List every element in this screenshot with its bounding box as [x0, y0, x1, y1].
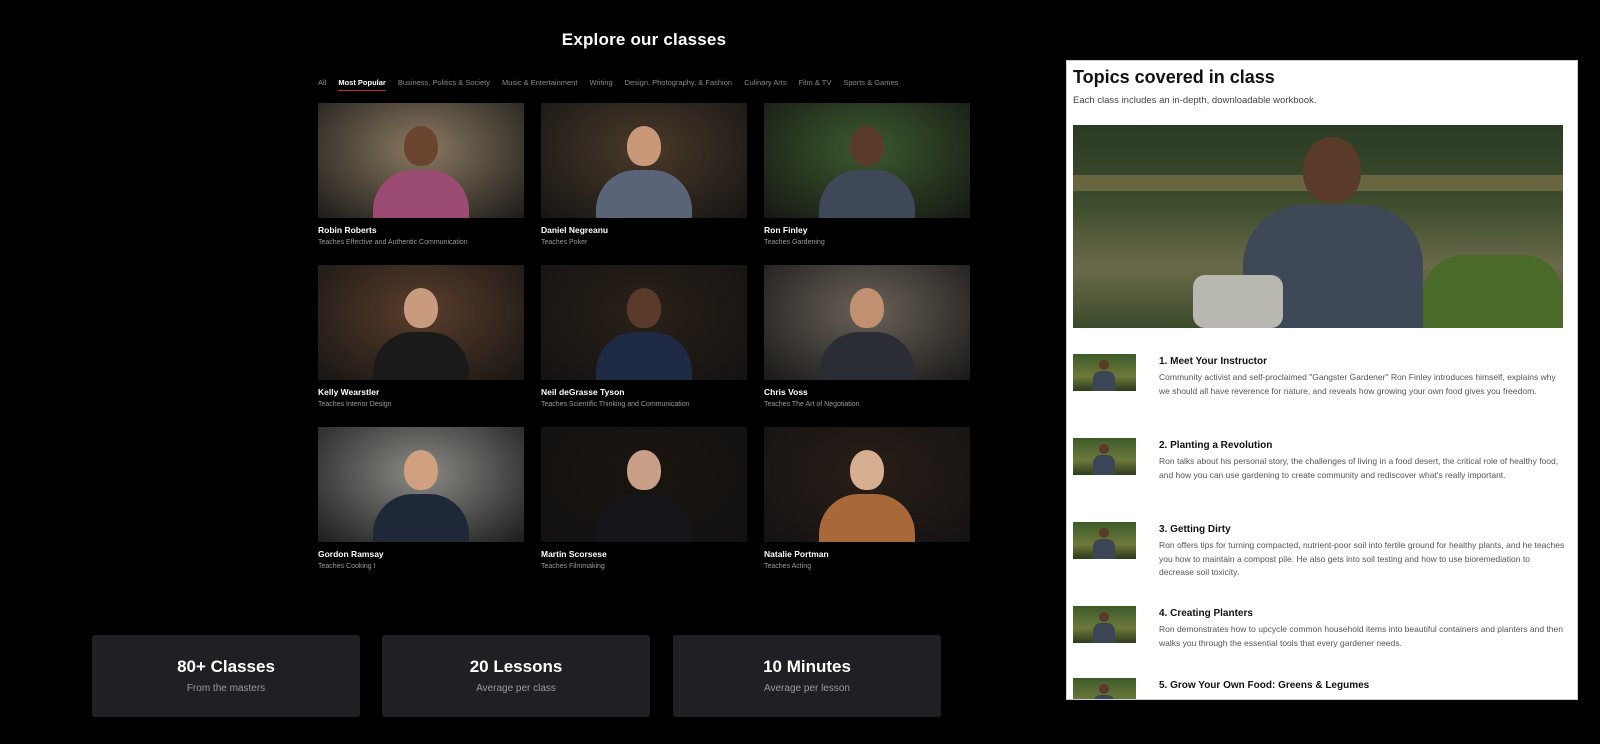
instructor-name: Martin Scorsese [541, 549, 607, 559]
class-card[interactable]: Martin Scorsese Teaches Filmmaking [541, 427, 747, 589]
class-thumbnail [318, 265, 524, 380]
class-thumbnail [541, 265, 747, 380]
panel-subtitle: Each class includes an in-depth, downloa… [1073, 95, 1317, 106]
instructor-portrait [596, 126, 692, 218]
tab-design-photography-fashion[interactable]: Design, Photography, & Fashion [625, 78, 732, 91]
lesson-title: 4. Creating Planters [1159, 608, 1253, 619]
tab-business-politics-society[interactable]: Business, Politics & Society [398, 78, 490, 91]
class-subtitle: Teaches The Art of Negotiation [764, 401, 860, 408]
tab-music-entertainment[interactable]: Music & Entertainment [502, 78, 577, 91]
class-thumbnail [764, 103, 970, 218]
lesson-title: 2. Planting a Revolution [1159, 440, 1273, 451]
class-subtitle: Teaches Poker [541, 239, 588, 246]
class-thumbnail [318, 103, 524, 218]
class-subtitle: Teaches Cooking I [318, 563, 376, 570]
instructor-portrait [596, 288, 692, 380]
class-card[interactable]: Ron Finley Teaches Gardening [764, 103, 970, 265]
stat-value: 10 Minutes [763, 657, 851, 676]
stat-card-minutes: 10 Minutes Average per lesson [673, 635, 941, 717]
class-subtitle: Teaches Filmmaking [541, 563, 605, 570]
instructor-name: Kelly Wearstler [318, 387, 380, 397]
instructor-name: Neil deGrasse Tyson [541, 387, 625, 397]
lesson-description: Community activist and self-proclaimed "… [1159, 372, 1556, 396]
lesson-thumbnail [1073, 522, 1136, 559]
instructor-name: Natalie Portman [764, 549, 829, 559]
class-card[interactable]: Natalie Portman Teaches Acting [764, 427, 970, 589]
class-thumbnail [764, 427, 970, 542]
instructor-portrait [596, 450, 692, 542]
tab-writing[interactable]: Writing [589, 78, 612, 91]
category-tabs: All Most Popular Business, Politics & So… [318, 78, 898, 91]
class-subtitle: Teaches Interior Design [318, 401, 392, 408]
lesson-title: 3. Getting Dirty [1159, 524, 1231, 535]
class-thumbnail [318, 427, 524, 542]
class-subtitle: Teaches Acting [764, 563, 812, 570]
instructor-name: Gordon Ramsay [318, 549, 384, 559]
instructor-portrait [373, 126, 469, 218]
topics-panel[interactable]: Topics covered in class Each class inclu… [1066, 60, 1578, 700]
hero-image [1073, 125, 1563, 328]
lesson-description: Ron talks about his personal story, the … [1159, 456, 1559, 480]
lesson-thumbnail [1073, 354, 1136, 391]
instructor-name: Daniel Negreanu [541, 225, 609, 235]
lesson-title: 5. Grow Your Own Food: Greens & Legumes [1159, 680, 1370, 691]
class-thumbnail [541, 103, 747, 218]
class-subtitle: Teaches Effective and Authentic Communic… [318, 239, 468, 246]
stat-label: Average per class [476, 683, 556, 694]
lesson-description: Ron demonstrates how to upcycle common h… [1159, 624, 1563, 648]
class-grid: Robin Roberts Teaches Effective and Authe… [318, 103, 970, 589]
class-card[interactable]: Robin Roberts Teaches Effective and Authe… [318, 103, 524, 265]
stat-card-classes: 80+ Classes From the masters [92, 635, 360, 717]
stat-card-lessons: 20 Lessons Average per class [382, 635, 650, 717]
lesson-thumbnail [1073, 606, 1136, 643]
class-thumbnail [541, 427, 747, 542]
instructor-portrait [819, 126, 915, 218]
class-card[interactable]: Gordon Ramsay Teaches Cooking I [318, 427, 524, 589]
class-card[interactable]: Daniel Negreanu Teaches Poker [541, 103, 747, 265]
page-title: Explore our classes [561, 30, 727, 49]
instructor-portrait [819, 450, 915, 542]
tab-most-popular[interactable]: Most Popular [338, 78, 386, 91]
instructor-portrait [373, 288, 469, 380]
class-subtitle: Teaches Gardening [764, 239, 825, 246]
tab-culinary-arts[interactable]: Culinary Arts [744, 78, 787, 91]
stat-label: Average per lesson [764, 683, 850, 694]
instructor-portrait [373, 450, 469, 542]
class-card[interactable]: Chris Voss Teaches The Art of Negotiation [764, 265, 970, 427]
instructor-name: Chris Voss [764, 387, 808, 397]
lesson-title: 1. Meet Your Instructor [1159, 356, 1267, 367]
stat-value: 20 Lessons [469, 657, 563, 676]
instructor-portrait [819, 288, 915, 380]
panel-title: Topics covered in class [1073, 67, 1275, 87]
tab-film-tv[interactable]: Film & TV [799, 78, 832, 91]
instructor-name: Ron Finley [764, 225, 808, 235]
class-thumbnail [764, 265, 970, 380]
class-subtitle: Teaches Scientific Thinking and Communic… [541, 401, 690, 408]
tab-sports-games[interactable]: Sports & Games [843, 78, 898, 91]
lesson-thumbnail [1073, 438, 1136, 475]
instructor-name: Robin Roberts [318, 225, 377, 235]
class-card[interactable]: Kelly Wearstler Teaches Interior Design [318, 265, 524, 427]
stat-value: 80+ Classes [177, 657, 275, 676]
tab-all[interactable]: All [318, 78, 326, 91]
lesson-thumbnail [1073, 678, 1136, 699]
lesson-description: Ron offers tips for turning compacted, n… [1159, 540, 1565, 577]
stat-label: From the masters [186, 683, 266, 694]
class-card[interactable]: Neil deGrasse Tyson Teaches Scientific Th… [541, 265, 747, 427]
